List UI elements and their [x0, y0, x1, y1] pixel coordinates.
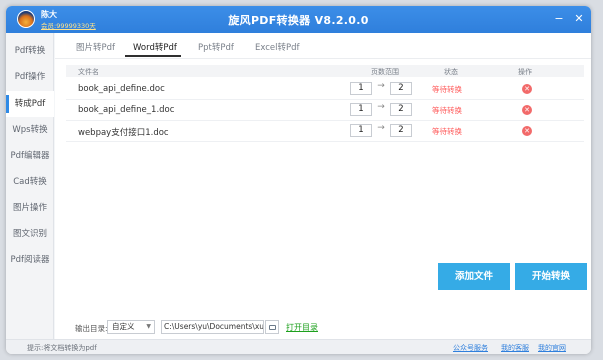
table-header: 文件名 页数范围 状态 操作: [66, 65, 584, 77]
status-text: 等待转换: [432, 106, 462, 115]
table-row[interactable]: book_api_define.doc 1 → 2 等待转换 ✕: [66, 79, 584, 100]
app-window: 陈大 会员:99999330天 旋风PDF转换器 V8.2.0.0 − ✕ Pd…: [6, 6, 591, 354]
sidebar-item-pdf-editor[interactable]: Pdf编辑器: [6, 143, 54, 169]
title-bar: 陈大 会员:99999330天 旋风PDF转换器 V8.2.0.0 − ✕: [6, 6, 591, 33]
table-row[interactable]: webpay支付接口1.doc 1 → 2 等待转换 ✕: [66, 121, 584, 142]
sidebar-item-to-pdf[interactable]: 转成Pdf: [6, 91, 54, 117]
delete-icon[interactable]: ✕: [522, 105, 532, 115]
page-from-input[interactable]: 1: [350, 124, 372, 137]
page-to-input[interactable]: 2: [390, 103, 412, 116]
arrow-icon: →: [377, 81, 385, 91]
file-name: webpay支付接口1.doc: [78, 128, 169, 138]
tab-word-to-pdf[interactable]: Word转Pdf: [133, 41, 177, 53]
header-status: 状态: [444, 67, 458, 76]
sidebar-item-pdf-convert[interactable]: Pdf转换: [6, 38, 54, 64]
tab-ppt-to-pdf[interactable]: Ppt转Pdf: [198, 41, 234, 53]
active-tab-indicator: [125, 55, 181, 57]
open-directory-link[interactable]: 打开目录: [286, 322, 318, 333]
browse-folder-button[interactable]: [265, 320, 279, 334]
tab-image-to-pdf[interactable]: 图片转Pdf: [76, 41, 115, 53]
delete-icon[interactable]: ✕: [522, 126, 532, 136]
file-name: book_api_define.doc: [78, 84, 165, 94]
output-mode-value: 自定义: [112, 322, 135, 331]
start-convert-button[interactable]: 开始转换: [515, 263, 587, 290]
customer-service-link[interactable]: 我的客服: [501, 343, 529, 353]
official-account-link[interactable]: 公众号服务: [453, 343, 488, 353]
output-bar: 输出目录: 自定义 ▼ C:\Users\yu\Documents\xuanfe…: [55, 318, 591, 336]
file-name: book_api_define_1.doc: [78, 105, 175, 115]
tab-bar: 图片转Pdf Word转Pdf Ppt转Pdf Excel转Pdf: [55, 33, 591, 59]
table-row[interactable]: book_api_define_1.doc 1 → 2 等待转换 ✕: [66, 100, 584, 121]
minimize-button[interactable]: −: [551, 11, 567, 27]
status-text: 等待转换: [432, 127, 462, 136]
folder-icon: [269, 325, 276, 330]
status-tip: 提示:将文档转换为pdf: [27, 344, 97, 352]
chevron-down-icon: ▼: [146, 323, 151, 330]
sidebar: Pdf转换 Pdf操作 转成Pdf Wps转换 Pdf编辑器 Cad转换 图片操…: [6, 33, 54, 339]
sidebar-item-cad[interactable]: Cad转换: [6, 169, 54, 195]
arrow-icon: →: [377, 102, 385, 112]
output-path-field[interactable]: C:\Users\yu\Documents\xuanfe: [161, 320, 264, 334]
page-from-input[interactable]: 1: [350, 103, 372, 116]
app-title: 旋风PDF转换器 V8.2.0.0: [228, 14, 369, 27]
official-website-link[interactable]: 我的官网: [538, 343, 566, 353]
arrow-icon: →: [377, 123, 385, 133]
delete-icon[interactable]: ✕: [522, 84, 532, 94]
sidebar-item-pdf-ops[interactable]: Pdf操作: [6, 64, 54, 90]
add-file-button[interactable]: 添加文件: [438, 263, 510, 290]
status-bar: 提示:将文档转换为pdf 公众号服务 我的客服 我的官网: [6, 339, 591, 354]
sidebar-item-wps[interactable]: Wps转换: [6, 117, 54, 143]
sidebar-item-image-ops[interactable]: 图片操作: [6, 195, 54, 221]
page-to-input[interactable]: 2: [390, 82, 412, 95]
sidebar-item-pdf-reader[interactable]: Pdf阅读器: [6, 247, 54, 273]
header-page-range: 页数范围: [371, 67, 399, 76]
page-from-input[interactable]: 1: [350, 82, 372, 95]
close-button[interactable]: ✕: [571, 11, 587, 27]
header-action: 操作: [518, 67, 532, 76]
page-to-input[interactable]: 2: [390, 124, 412, 137]
output-mode-select[interactable]: 自定义 ▼: [107, 320, 155, 334]
output-dir-label: 输出目录:: [75, 324, 108, 333]
header-filename: 文件名: [78, 67, 99, 76]
tab-excel-to-pdf[interactable]: Excel转Pdf: [255, 41, 300, 53]
sidebar-item-ocr[interactable]: 图文识别: [6, 221, 54, 247]
status-text: 等待转换: [432, 85, 462, 94]
main-panel: 图片转Pdf Word转Pdf Ppt转Pdf Excel转Pdf 文件名 页数…: [55, 33, 591, 339]
